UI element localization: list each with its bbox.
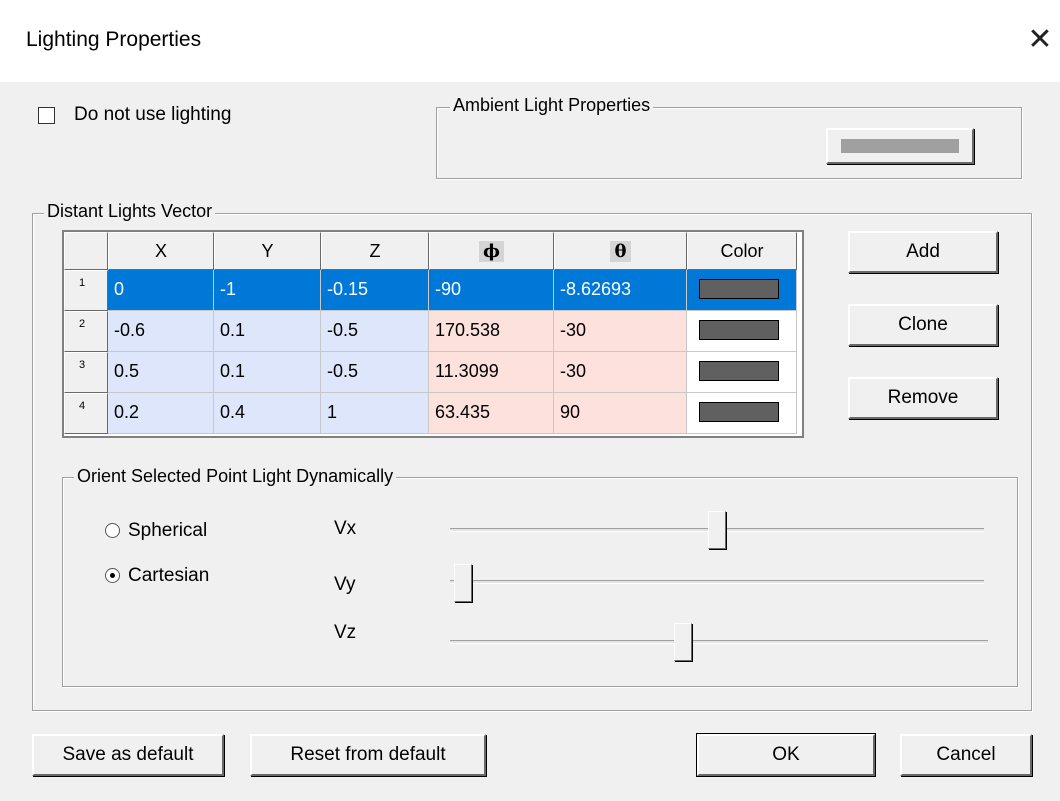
grid-cell-phi[interactable]: -90 [429, 270, 554, 311]
grid-cell-z[interactable]: -0.5 [321, 311, 429, 352]
column-header-label: X [154, 241, 167, 261]
grid-cell-theta[interactable]: -30 [554, 352, 687, 393]
grid-cell-z[interactable]: -0.5 [321, 352, 429, 393]
grid-cell-x[interactable]: -0.6 [108, 311, 214, 352]
clone-button[interactable]: Clone [848, 304, 998, 346]
vz-slider-track[interactable] [450, 640, 988, 644]
ok-button[interactable]: OK [696, 733, 876, 777]
grid-cell-phi[interactable]: 11.3099 [429, 352, 554, 393]
grid-cell-phi[interactable]: 170.538 [429, 311, 554, 352]
row-header[interactable]: 3 [64, 352, 108, 393]
save-as-default-button[interactable]: Save as default [32, 734, 224, 776]
color-cell[interactable] [687, 270, 797, 311]
vx-slider-thumb[interactable] [708, 511, 726, 549]
grid-cell-y[interactable]: 0.1 [214, 311, 321, 352]
row-header[interactable]: 4 [64, 393, 108, 434]
radio-dot [110, 573, 115, 578]
vz-slider-thumb[interactable] [674, 623, 692, 661]
vy-slider-track[interactable] [450, 580, 984, 584]
vy-label: Vy [334, 574, 356, 595]
color-cell[interactable] [687, 352, 797, 393]
column-header[interactable]: Z [321, 232, 429, 270]
cancel-button[interactable]: Cancel [900, 734, 1032, 776]
column-header-label: Y [261, 241, 274, 261]
color-cell[interactable] [687, 393, 797, 434]
grid-cell-y[interactable]: -1 [214, 270, 321, 311]
column-header[interactable]: Y [214, 232, 321, 270]
close-icon[interactable]: ✕ [1020, 20, 1060, 60]
grid-cell-y[interactable]: 0.1 [214, 352, 321, 393]
column-header[interactable]: X [108, 232, 214, 270]
column-header[interactable]: θ [554, 232, 687, 270]
column-header[interactable]: ϕ [429, 232, 554, 270]
lights-grid: X Y Zϕ θ Color 1 0 -1 -0.15 -90 -8.62693 2 -0.6 0.1 -0… [62, 230, 804, 438]
color-swatch [699, 402, 779, 422]
vx-label: Vx [334, 518, 357, 539]
column-header-label: θ [610, 241, 631, 262]
ambient-group-label: Ambient Light Properties [450, 95, 654, 116]
spherical-radio[interactable] [105, 523, 120, 538]
grid-cell-z[interactable]: -0.15 [321, 270, 429, 311]
grid-corner [64, 232, 108, 270]
color-cell[interactable] [687, 311, 797, 352]
orient-group-label: Orient Selected Point Light Dynamically [74, 466, 397, 487]
color-swatch [699, 320, 779, 340]
ambient-color-button[interactable] [826, 128, 974, 164]
grid-cell-z[interactable]: 1 [321, 393, 429, 434]
reset-from-default-button[interactable]: Reset from default [250, 734, 486, 776]
disable-lighting-label: Do not use lighting [74, 104, 232, 125]
remove-button[interactable]: Remove [848, 377, 998, 419]
grid-cell-theta[interactable]: -30 [554, 311, 687, 352]
grid-cell-y[interactable]: 0.4 [214, 393, 321, 434]
color-swatch [699, 361, 779, 381]
spherical-label: Spherical [128, 520, 208, 541]
grid-cell-x[interactable]: 0.5 [108, 352, 214, 393]
row-header[interactable]: 2 [64, 311, 108, 352]
window-title: Lighting Properties [26, 28, 202, 51]
disable-lighting-checkbox[interactable] [38, 107, 55, 124]
column-header-label: Color [720, 241, 764, 261]
distant-lights-group-label: Distant Lights Vector [44, 201, 216, 222]
row-header[interactable]: 1 [64, 270, 108, 311]
grid-cell-theta[interactable]: 90 [554, 393, 687, 434]
cartesian-radio[interactable] [105, 568, 120, 583]
ambient-color-swatch [841, 139, 959, 153]
grid-cell-phi[interactable]: 63.435 [429, 393, 554, 434]
column-header-label: Z [369, 241, 381, 261]
grid-cell-x[interactable]: 0.2 [108, 393, 214, 434]
vz-label: Vz [334, 622, 357, 643]
column-header-label: ϕ [479, 241, 504, 262]
vy-slider-thumb[interactable] [454, 564, 472, 602]
color-swatch [699, 279, 779, 299]
grid-cell-x[interactable]: 0 [108, 270, 214, 311]
grid-cell-theta[interactable]: -8.62693 [554, 270, 687, 311]
cartesian-label: Cartesian [128, 565, 210, 586]
add-button[interactable]: Add [848, 231, 998, 273]
column-header[interactable]: Color [687, 232, 797, 270]
